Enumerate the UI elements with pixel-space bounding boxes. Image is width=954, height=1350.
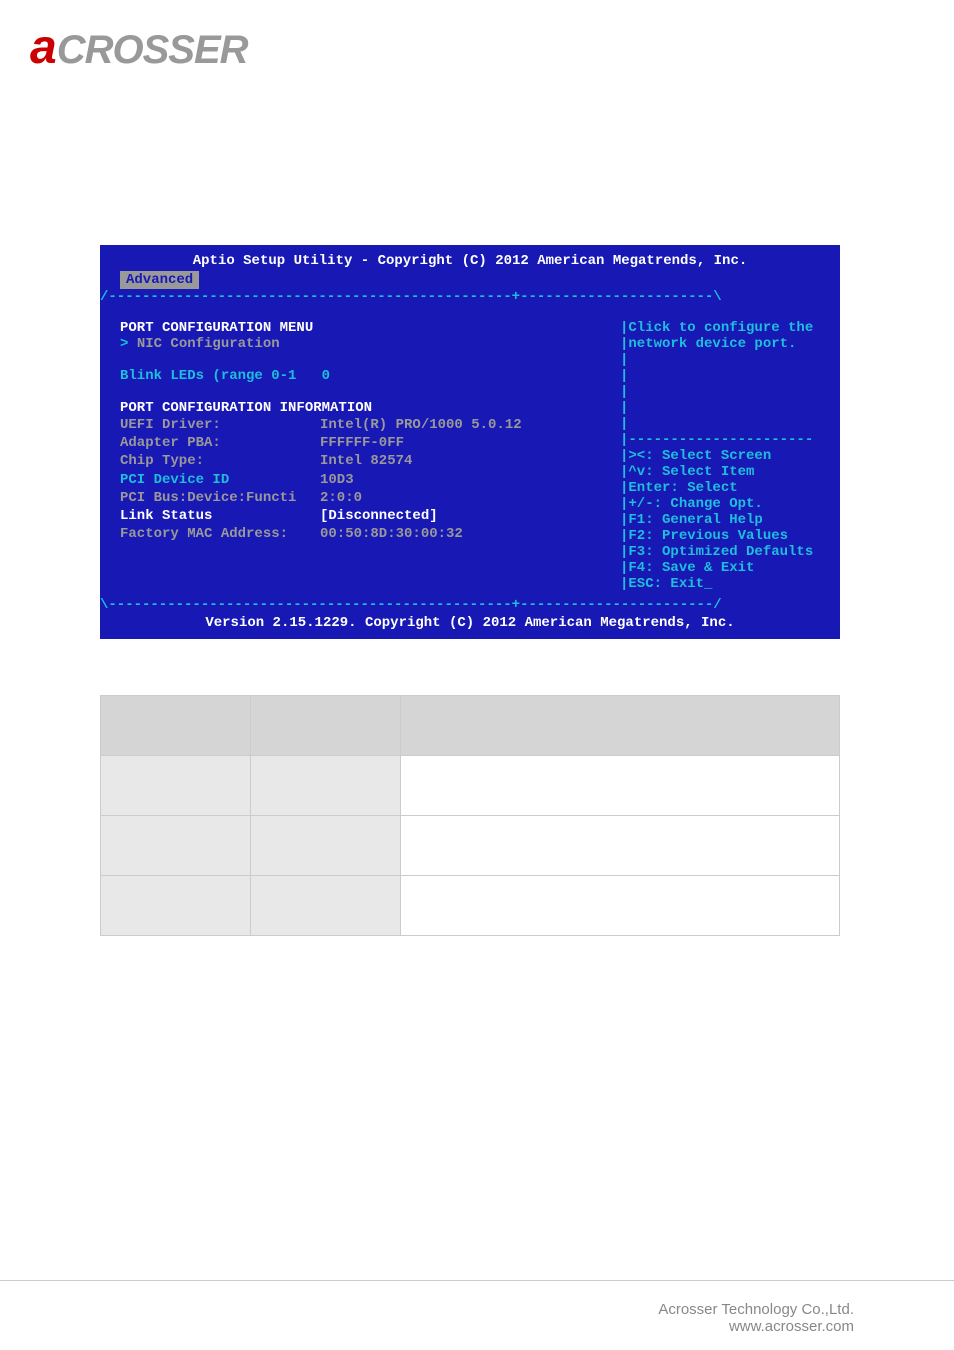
config-info-list: UEFI Driver:Intel(R) PRO/1000 5.0.12Adap…: [120, 416, 600, 543]
table-header-cell: [401, 696, 840, 756]
config-info-value: 2:0:0: [320, 489, 600, 507]
nav-hint: |+/-: Change Opt.: [620, 496, 828, 512]
config-info-label: Chip Type:: [120, 452, 320, 470]
spec-table: [100, 695, 840, 936]
config-info-value: FFFFFF-0FF: [320, 434, 600, 452]
nav-hint: |Enter: Select: [620, 480, 828, 496]
bios-tabs: Advanced: [100, 271, 840, 289]
table-cell: [401, 756, 840, 816]
company-name: Acrosser Technology Co.,Ltd.: [0, 1301, 854, 1318]
table-cell: [101, 876, 251, 936]
nav-hint: |F3: Optimized Defaults: [620, 544, 828, 560]
table-cell: [401, 816, 840, 876]
table-cell: [251, 756, 401, 816]
bios-setup-screen: Aptio Setup Utility - Copyright (C) 2012…: [100, 245, 840, 639]
border-top: /---------------------------------------…: [100, 289, 840, 305]
config-info-label: UEFI Driver:: [120, 416, 320, 434]
table-cell: [251, 876, 401, 936]
config-info-value: [Disconnected]: [320, 507, 600, 525]
table-row: [101, 816, 840, 876]
table-header-cell: [101, 696, 251, 756]
blink-leds-item[interactable]: Blink LEDs (range 0-1 0: [120, 368, 600, 384]
table-row: [101, 876, 840, 936]
nic-configuration-item[interactable]: > NIC Configuration: [120, 336, 600, 352]
company-url: www.acrosser.com: [0, 1318, 854, 1335]
config-info-row: Factory MAC Address:00:50:8D:30:00:32: [120, 525, 600, 543]
config-info-row: PCI Device ID10D3: [120, 471, 600, 489]
port-config-info-header: PORT CONFIGURATION INFORMATION: [120, 400, 600, 416]
table-header-row: [101, 696, 840, 756]
config-info-label: Factory MAC Address:: [120, 525, 320, 543]
config-info-value: 10D3: [320, 471, 600, 489]
bios-help-panel: |Click to configure the |network device …: [612, 305, 832, 597]
config-info-row: Adapter PBA:FFFFFF-0FF: [120, 434, 600, 452]
port-config-menu-header: PORT CONFIGURATION MENU: [120, 320, 600, 336]
bios-footer-version: Version 2.15.1229. Copyright (C) 2012 Am…: [100, 613, 840, 633]
nav-hint: |F2: Previous Values: [620, 528, 828, 544]
config-info-value: 00:50:8D:30:00:32: [320, 525, 600, 543]
nav-separator: |----------------------: [620, 432, 828, 448]
table-row: [101, 756, 840, 816]
nav-hints-list: |><: Select Screen|^v: Select Item|Enter…: [620, 448, 828, 592]
config-info-value: Intel(R) PRO/1000 5.0.12: [320, 416, 600, 434]
config-info-row: UEFI Driver:Intel(R) PRO/1000 5.0.12: [120, 416, 600, 434]
config-info-row: PCI Bus:Device:Functi2:0:0: [120, 489, 600, 507]
table-cell: [101, 816, 251, 876]
help-line-2: |network device port.: [620, 336, 828, 352]
config-info-label: PCI Bus:Device:Functi: [120, 489, 320, 507]
bios-title: Aptio Setup Utility - Copyright (C) 2012…: [100, 251, 840, 271]
nav-hint: |^v: Select Item: [620, 464, 828, 480]
config-info-value: Intel 82574: [320, 452, 600, 470]
nav-hint: |F1: General Help: [620, 512, 828, 528]
logo-gray-text: CROSSER: [57, 28, 248, 72]
page-footer: Acrosser Technology Co.,Ltd. www.acrosse…: [0, 1280, 954, 1335]
help-line-1: |Click to configure the: [620, 320, 828, 336]
tab-advanced[interactable]: Advanced: [120, 271, 199, 289]
nav-hint: |><: Select Screen: [620, 448, 828, 464]
table-cell: [251, 816, 401, 876]
table-cell: [101, 756, 251, 816]
bios-main-panel: PORT CONFIGURATION MENU > NIC Configurat…: [108, 305, 612, 597]
config-info-row: Link Status[Disconnected]: [120, 507, 600, 525]
brand-logo: aCROSSER: [30, 20, 290, 70]
config-info-label: PCI Device ID: [120, 471, 320, 489]
logo-red-letter: a: [30, 21, 57, 74]
border-bottom: \---------------------------------------…: [100, 597, 840, 613]
table-cell: [401, 876, 840, 936]
nav-hint: |F4: Save & Exit: [620, 560, 828, 576]
table-header-cell: [251, 696, 401, 756]
config-info-label: Adapter PBA:: [120, 434, 320, 452]
config-info-label: Link Status: [120, 507, 320, 525]
config-info-row: Chip Type:Intel 82574: [120, 452, 600, 470]
nav-hint: |ESC: Exit_: [620, 576, 828, 592]
